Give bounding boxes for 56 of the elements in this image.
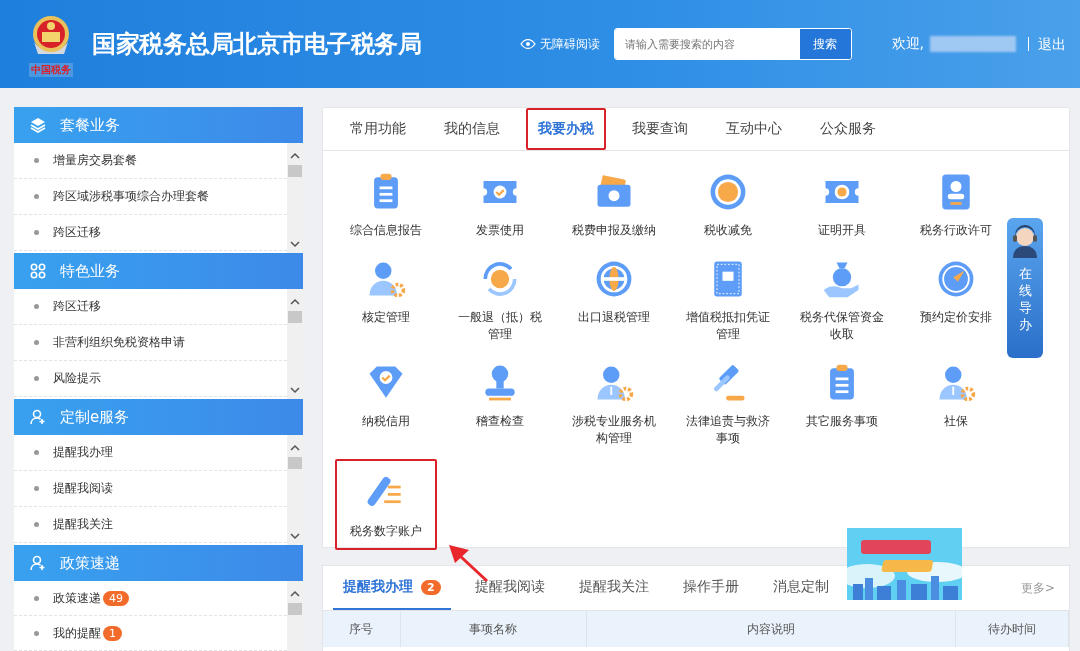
column-header: 序号 bbox=[323, 611, 401, 647]
tab[interactable]: 互动中心 bbox=[714, 108, 794, 150]
service-button[interactable]: 社保 bbox=[910, 351, 1002, 438]
service-button[interactable]: 证明开具 bbox=[796, 160, 888, 247]
service-button[interactable]: 核定管理 bbox=[340, 247, 432, 334]
service-button[interactable]: 税务数字账户 bbox=[335, 459, 437, 550]
sidebar-item[interactable]: 政策速递 49 bbox=[14, 581, 287, 616]
online-guide-button[interactable]: 在线导办 bbox=[1007, 218, 1043, 358]
tab[interactable]: 公众服务 bbox=[808, 108, 888, 150]
tab[interactable]: 常用功能 bbox=[338, 108, 418, 150]
service-button[interactable]: 税务代保管资金收取 bbox=[796, 247, 888, 351]
scrollbar[interactable] bbox=[287, 581, 303, 651]
tab[interactable]: 操作手册 bbox=[672, 566, 749, 610]
tab[interactable]: 消息定制 bbox=[762, 566, 839, 610]
scrollbar-thumb[interactable] bbox=[288, 457, 302, 469]
scrollbar-thumb[interactable] bbox=[288, 603, 302, 615]
service-button[interactable]: 发票使用 bbox=[454, 160, 546, 247]
service-button[interactable]: 税务行政许可 bbox=[910, 160, 1002, 247]
service-button[interactable]: 出口退税管理 bbox=[568, 247, 660, 334]
service-button[interactable]: 其它服务事项 bbox=[796, 351, 888, 438]
tab[interactable]: 我要办税 bbox=[526, 108, 606, 150]
service-button[interactable]: 涉税专业服务机构管理 bbox=[568, 351, 660, 455]
column-header: 内容说明 bbox=[586, 611, 956, 647]
user-add-icon bbox=[30, 555, 46, 571]
scrollbar[interactable] bbox=[287, 143, 303, 253]
scrollbar-thumb[interactable] bbox=[288, 165, 302, 177]
count-badge: 1 bbox=[103, 625, 122, 641]
count-badge: 49 bbox=[103, 590, 129, 606]
eye-icon bbox=[519, 39, 536, 49]
greeting: 欢迎, bbox=[891, 35, 924, 53]
column-header: 待办时间 bbox=[955, 611, 1069, 647]
column-header: 事项名称 bbox=[400, 611, 587, 647]
site-title: 国家税务总局北京市电子税务局 bbox=[92, 29, 421, 60]
service-button[interactable]: 预约定价安排 bbox=[910, 247, 1002, 334]
logo-caption: 中国税务 bbox=[29, 62, 73, 77]
service-button[interactable]: 稽查检查 bbox=[454, 351, 546, 438]
user-add-icon bbox=[30, 409, 46, 425]
service-button[interactable]: 综合信息报告 bbox=[340, 160, 432, 247]
service-button[interactable]: 增值税抵扣凭证管理 bbox=[682, 247, 774, 351]
grid-icon bbox=[30, 263, 46, 279]
agent-figure-icon bbox=[1010, 224, 1040, 258]
service-button[interactable]: 税收减免 bbox=[682, 160, 774, 247]
sidebar-item[interactable]: 我的提醒 1 bbox=[14, 616, 287, 651]
service-button[interactable]: 纳税信用 bbox=[340, 351, 432, 438]
tab[interactable]: 提醒我阅读 bbox=[464, 566, 555, 610]
tab[interactable]: 我的信息 bbox=[432, 108, 512, 150]
scrollbar-thumb[interactable] bbox=[288, 311, 302, 323]
count-badge: 2 bbox=[421, 579, 441, 595]
tab[interactable]: 我要查询 bbox=[620, 108, 700, 150]
scrollbar[interactable] bbox=[287, 435, 303, 545]
service-button[interactable]: 法律追责与救济事项 bbox=[682, 351, 774, 455]
layers-icon bbox=[30, 117, 46, 133]
service-button[interactable]: 一般退（抵）税管理 bbox=[454, 247, 546, 351]
scrollbar[interactable] bbox=[287, 289, 303, 399]
tab[interactable]: 提醒我关注 bbox=[568, 566, 659, 610]
service-button[interactable]: 税费申报及缴纳 bbox=[568, 160, 660, 247]
